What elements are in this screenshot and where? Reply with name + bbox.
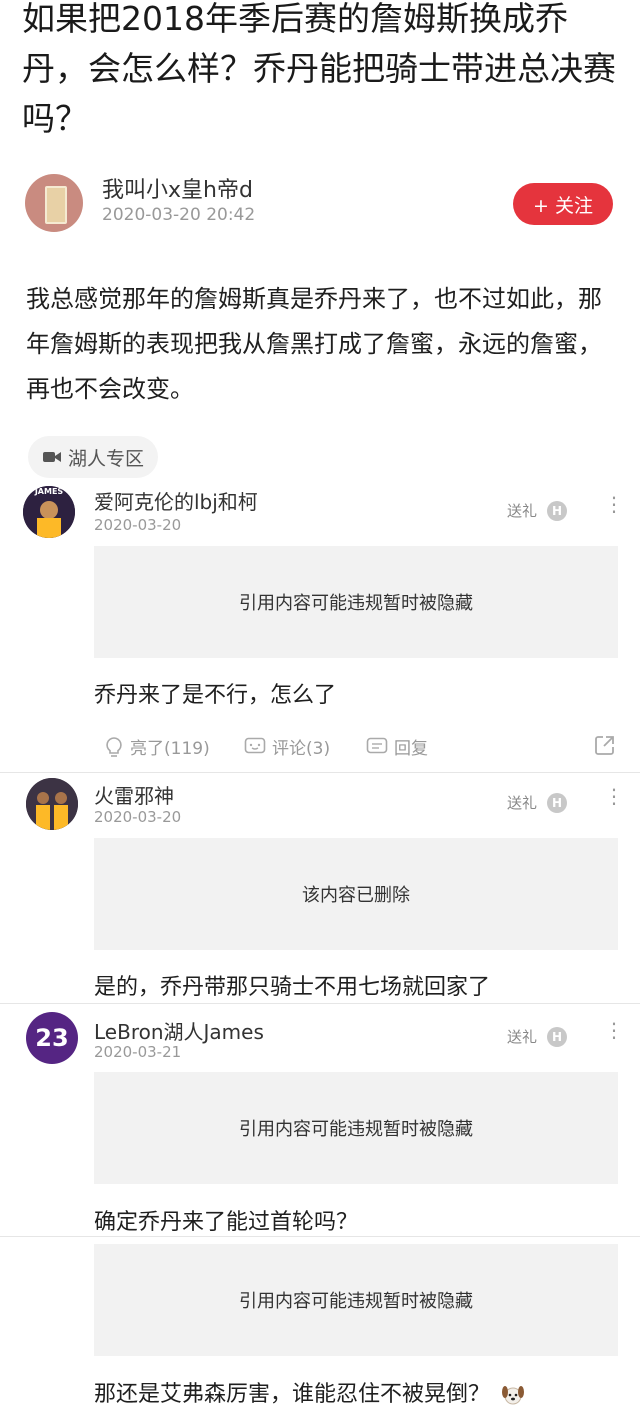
zone-tag[interactable]: 湖人专区 [28,436,159,478]
comment-author-name[interactable]: LeBron湖人James [94,1016,264,1045]
door-icon [45,186,67,224]
avatar-text: JAMES [34,487,64,496]
author-name[interactable]: 我叫小x皇h帝d [102,172,253,204]
comment-text: 乔丹来了是不行，怎么了 [94,683,337,708]
gift-label: 送礼 [507,502,538,520]
divider [0,772,640,773]
comment-text: 是的，乔丹带那只骑士不用七场就回家了 [94,975,491,1000]
comment-author-name[interactable]: 火雷邪神 [94,780,174,809]
post-timestamp: 2020-03-20 20:42 [102,205,256,225]
comment-text-body: 那还是艾弗森厉害，谁能忍住不被晃倒？ [94,1382,491,1407]
comment-button[interactable]: 评论(3) [244,734,330,759]
share-icon [595,736,614,755]
more-options-icon[interactable]: ⋮ [604,1020,624,1040]
reply-icon [366,737,388,753]
reply-label: 回复 [394,739,428,759]
author-avatar[interactable] [25,174,83,232]
like-button[interactable]: 亮了(119) [104,734,210,759]
comment-timestamp: 2020-03-21 [94,1043,182,1061]
more-options-icon[interactable]: ⋮ [604,786,624,806]
gift-button[interactable]: 送礼 H [507,500,568,521]
zone-tag-label: 湖人专区 [68,447,145,470]
gift-label: 送礼 [507,794,538,812]
gift-button[interactable]: 送礼 H [507,792,568,813]
players-photo-icon [26,778,78,830]
comment-avatar[interactable]: 23 [26,1012,78,1064]
comment-text: 那还是艾弗森厉害，谁能忍住不被晃倒？ [94,1376,525,1408]
share-button[interactable] [594,734,616,756]
comment-timestamp: 2020-03-20 [94,516,182,534]
comment-avatar[interactable]: JAMES [23,486,75,538]
comment-count: 评论(3) [272,739,331,759]
post-body: 我总感觉那年的詹姆斯真是乔丹来了，也不过如此，那年詹姆斯的表现把我从詹黑打成了詹… [26,285,602,403]
quoted-content: 该内容已删除 [94,838,618,950]
lightbulb-icon [106,736,122,757]
comment-actions: 亮了(119) 评论(3) 回复 [104,734,624,764]
reply-button[interactable]: 回复 [366,734,428,759]
comment-author-name[interactable]: 爱阿克伦的lbj和柯 [94,486,258,515]
comment-text: 确定乔丹来了能过首轮吗？ [94,1210,359,1235]
gift-button[interactable]: 送礼 H [507,1026,568,1047]
comment-bubble-icon [244,737,266,753]
video-icon [43,452,61,462]
post-title: 如果把2018年季后赛的詹姆斯换成乔丹，会怎么样？乔丹能把骑士带进总决赛吗？ [22,0,616,138]
quoted-content: 引用内容可能违规暂时被隐藏 [94,1072,618,1184]
divider [0,1236,640,1237]
quoted-content: 引用内容可能违规暂时被隐藏 [94,546,618,658]
h-badge-icon: H [547,500,568,521]
more-options-icon[interactable]: ⋮ [604,494,624,514]
dog-emoji-icon [502,1386,525,1405]
divider [0,1003,640,1004]
player-photo-icon: JAMES [23,486,75,538]
h-badge-icon: H [547,1026,568,1047]
comment-avatar[interactable] [26,778,78,830]
follow-button[interactable]: + 关注 [513,183,613,225]
quoted-content: 引用内容可能违规暂时被隐藏 [94,1244,618,1356]
avatar-number: 23 [35,1024,69,1052]
like-count: 亮了(119) [130,739,210,759]
gift-label: 送礼 [507,1028,538,1046]
h-badge-icon: H [547,792,568,813]
comment-timestamp: 2020-03-20 [94,808,182,826]
